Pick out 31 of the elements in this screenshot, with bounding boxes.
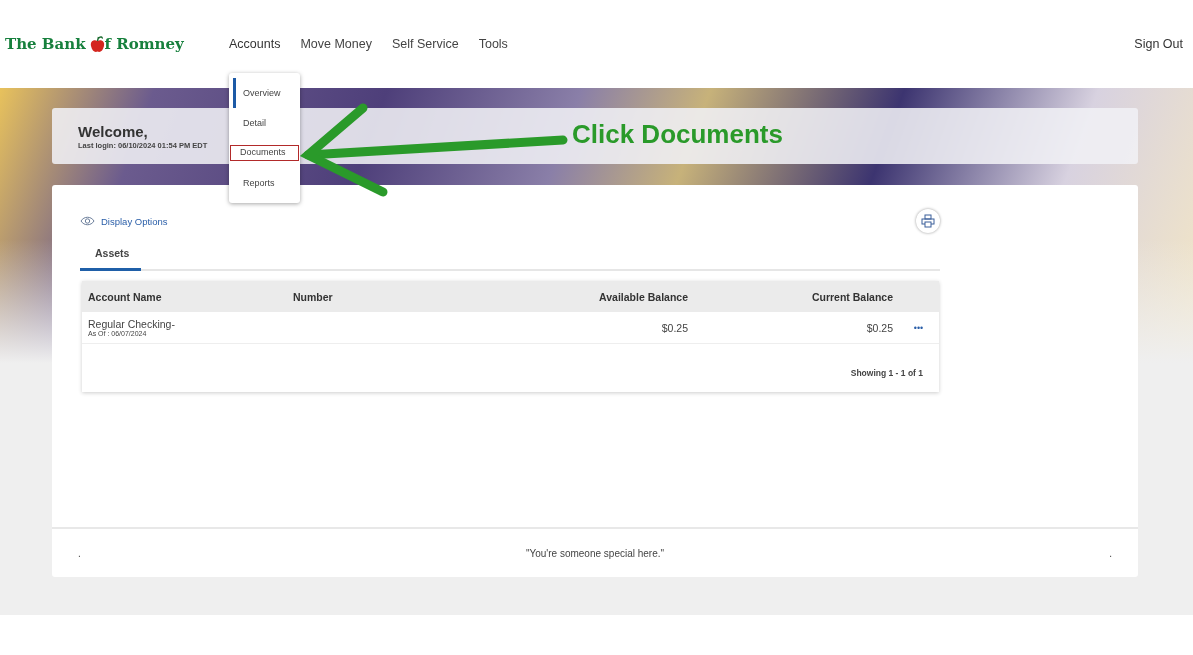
display-options-link[interactable]: Display Options: [80, 215, 168, 227]
more-options-button[interactable]: •••: [898, 322, 939, 333]
nav-menu-item[interactable]: Self Service: [392, 33, 459, 55]
welcome-title: Welcome,: [78, 124, 148, 140]
footer-dot: .: [1109, 547, 1112, 559]
tab[interactable]: Assets: [80, 239, 141, 271]
menu-item[interactable]: Overview: [230, 78, 299, 108]
printer-icon: [921, 214, 935, 228]
footer-quote: "You're someone special here.": [525, 547, 665, 559]
table-cell-text: $0.25: [865, 321, 894, 334]
annotation-text: Click Documents: [572, 118, 783, 150]
pagination-text: Showing 1 - 1 of 1: [849, 367, 924, 380]
column-header: Account Name: [87, 290, 163, 303]
menu-item[interactable]: Detail: [230, 108, 299, 138]
account-name[interactable]: Regular Checking-: [88, 318, 281, 330]
bank-logo[interactable]: f Romney: [104, 35, 184, 53]
footer-dot: .: [78, 547, 81, 559]
menu-item[interactable]: Reports: [230, 168, 299, 198]
column-header: Available Balance: [598, 290, 689, 303]
nav-menu-item[interactable]: Tools: [478, 33, 508, 55]
sign-out-link[interactable]: Sign Out: [1134, 37, 1183, 51]
column-header: Number: [292, 290, 334, 303]
apple-icon: [89, 35, 105, 53]
nav-menu-item[interactable]: Move Money: [300, 33, 372, 55]
print-button[interactable]: [916, 209, 940, 233]
eye-icon: [80, 216, 95, 226]
column-header: Current Balance: [810, 290, 894, 303]
bank-logo[interactable]: The Bank: [5, 35, 86, 53]
nav-menu-item[interactable]: Accounts: [229, 33, 281, 55]
table-cell-text: $0.25: [660, 321, 689, 334]
menu-item[interactable]: Documents: [230, 145, 299, 161]
